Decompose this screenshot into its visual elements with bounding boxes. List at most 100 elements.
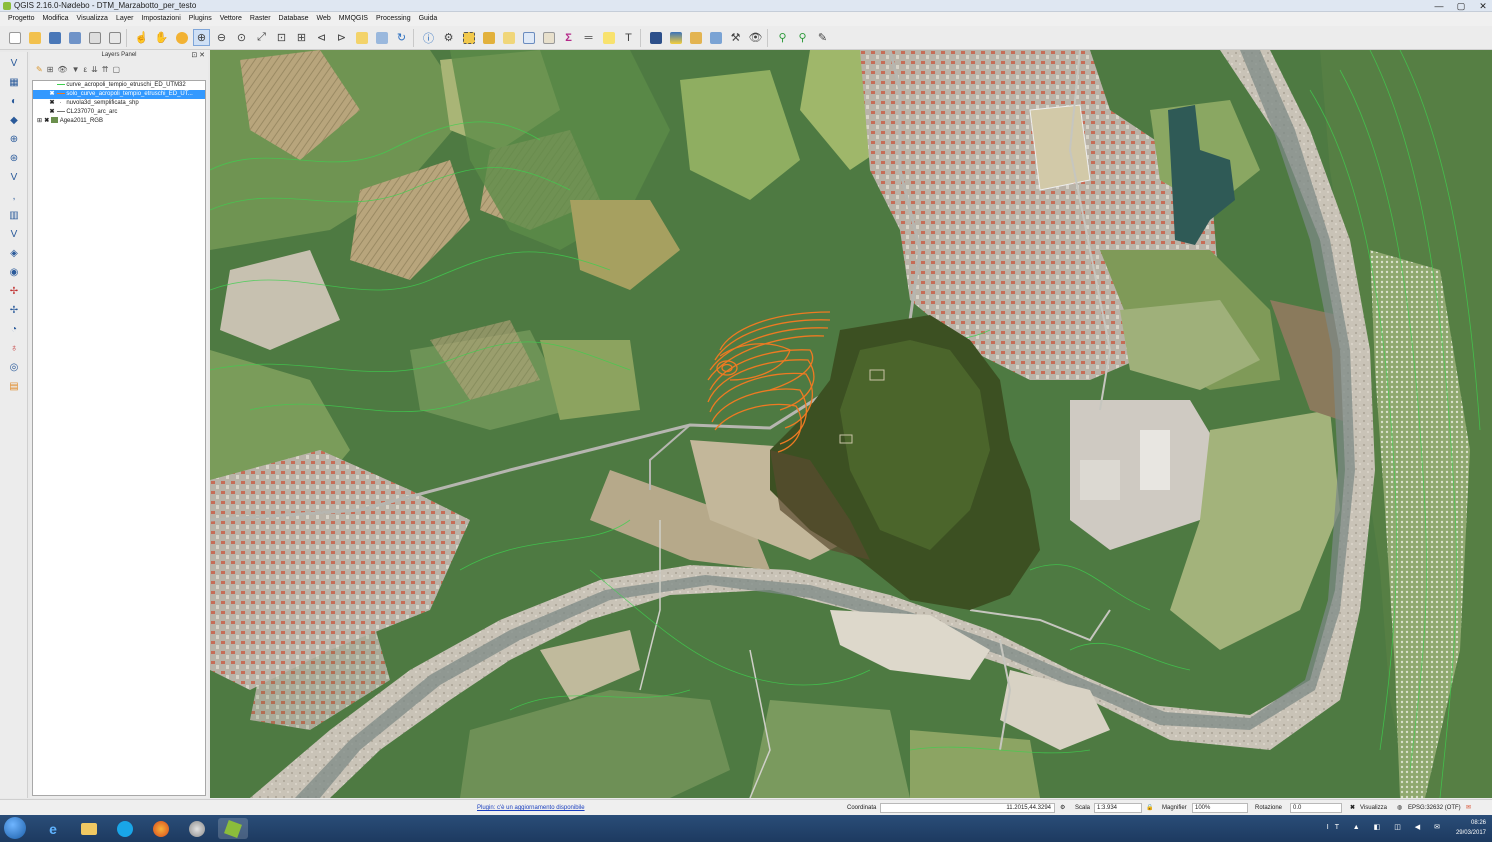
pan-map-icon[interactable]: ✋ — [153, 29, 170, 46]
file-explorer-icon[interactable] — [74, 818, 104, 839]
zoom-in-icon[interactable]: ⊕ — [193, 29, 210, 46]
coordinate-field[interactable]: 11.2015,44.3294 — [880, 803, 1055, 813]
menu-web[interactable]: Web — [313, 12, 335, 26]
plugin-folder-icon[interactable] — [687, 29, 704, 46]
app-disk-icon[interactable] — [182, 818, 212, 839]
statistics-icon[interactable]: Σ — [560, 29, 577, 46]
add-postgis-layer-icon[interactable]: ◐ — [5, 93, 23, 109]
add-db2-layer-icon[interactable]: ◈ — [5, 245, 23, 261]
crs-status[interactable]: EPSG:32632 (OTF) — [1408, 800, 1461, 816]
map-canvas[interactable] — [210, 50, 1492, 798]
help-contents-icon[interactable] — [647, 29, 664, 46]
menu-database[interactable]: Database — [275, 12, 313, 26]
gps-plugin-icon-2[interactable]: ⚲ — [794, 29, 811, 46]
identify-features-icon[interactable]: ⓘ — [420, 29, 437, 46]
toggle-extents-icon[interactable]: ⚙ — [1060, 800, 1065, 816]
expand-all-icon[interactable]: ⇊ — [91, 65, 98, 74]
menu-processing[interactable]: Processing — [372, 12, 415, 26]
zoom-native-icon[interactable]: ⊙ — [233, 29, 250, 46]
clock[interactable]: 08:26 29/03/2017 — [1456, 818, 1486, 838]
memory-layer-icon[interactable]: ▤ — [5, 378, 23, 394]
remove-layer-icon[interactable]: ▢ — [112, 65, 120, 74]
new-gpx-icon[interactable]: ♁ — [5, 340, 23, 356]
layer-checkbox-checked-icon[interactable]: ✖ — [49, 99, 55, 108]
add-vector-layer-icon[interactable]: V — [5, 55, 23, 71]
filter-legend-icon[interactable]: ▼ — [72, 65, 80, 74]
new-project-icon[interactable] — [6, 29, 23, 46]
collapse-all-icon[interactable]: ⇈ — [102, 65, 109, 74]
render-checkbox-icon[interactable]: ✖ — [1350, 800, 1355, 816]
crs-globe-icon[interactable]: ◍ — [1397, 800, 1402, 816]
deselect-all-icon[interactable] — [500, 29, 517, 46]
select-features-icon[interactable] — [460, 29, 477, 46]
refresh-icon[interactable]: ↻ — [393, 29, 410, 46]
messages-icon[interactable]: ✉ — [1466, 800, 1471, 816]
action-icon[interactable]: ⚙ — [440, 29, 457, 46]
layer-checkbox-checked-icon[interactable]: ✖ — [44, 117, 50, 126]
menu-raster[interactable]: Raster — [246, 12, 275, 26]
plugin-tool-icon[interactable]: ⚒ — [727, 29, 744, 46]
gps-plugin-icon[interactable]: ⚲ — [774, 29, 791, 46]
menu-progetto[interactable]: Progetto — [4, 12, 38, 26]
magnifier-spinbox[interactable]: 100% — [1192, 803, 1248, 813]
add-delimited-text-icon[interactable]: , — [5, 188, 23, 204]
add-group-icon[interactable]: ⊞ — [47, 65, 54, 74]
add-mssql-layer-icon[interactable]: ▥ — [5, 207, 23, 223]
skype-icon[interactable] — [110, 818, 140, 839]
system-tray[interactable]: IT ▲ ◧ ◫ ◀ ✉ — [1327, 823, 1446, 831]
georef-icon[interactable]: ◎ — [5, 359, 23, 375]
touch-zoom-icon[interactable]: ☝ — [133, 29, 150, 46]
layer-item-selected[interactable]: ✖ solo_curve_acropoli_tempio_etruschi_ED… — [33, 90, 205, 99]
internet-explorer-icon[interactable]: e — [38, 818, 68, 839]
layer-item[interactable]: ✖ · nuvola3d_semplificata_shp — [33, 99, 205, 108]
expand-toggle-icon[interactable]: ⊞ — [37, 118, 42, 124]
manage-visibility-icon[interactable]: 👁 — [57, 65, 67, 74]
text-annotation-icon[interactable]: T — [620, 29, 637, 46]
rotation-spinbox[interactable]: 0.0 — [1290, 803, 1342, 813]
pan-to-selection-icon[interactable] — [173, 29, 190, 46]
menu-vettore[interactable]: Vettore — [216, 12, 246, 26]
menu-layer[interactable]: Layer — [112, 12, 138, 26]
new-shapefile-icon[interactable]: ✢ — [5, 283, 23, 299]
print-composer-icon[interactable] — [86, 29, 103, 46]
menu-mmqgis[interactable]: MMQGIS — [335, 12, 372, 26]
georeferencer-icon[interactable] — [707, 29, 724, 46]
new-spatialite-icon[interactable]: ✢ — [5, 302, 23, 318]
open-project-icon[interactable] — [26, 29, 43, 46]
zoom-last-icon[interactable]: ⊲ — [313, 29, 330, 46]
panel-float-close-icon[interactable]: ⊡ ✕ — [191, 50, 205, 61]
filter-expression-icon[interactable]: ε — [83, 65, 87, 74]
scale-combobox[interactable]: 1:3.934 — [1094, 803, 1142, 813]
menu-visualizza[interactable]: Visualizza — [73, 12, 112, 26]
new-geopackage-icon[interactable]: ◔ — [5, 321, 23, 337]
zoom-out-icon[interactable]: ⊖ — [213, 29, 230, 46]
layer-checkbox-checked-icon[interactable]: ✖ — [49, 90, 55, 99]
add-wcs-layer-icon[interactable]: ⊛ — [5, 150, 23, 166]
measure-line-icon[interactable]: ═ — [580, 29, 597, 46]
maximize-button[interactable]: ▢ — [1456, 0, 1466, 12]
menu-impostazioni[interactable]: Impostazioni — [137, 12, 184, 26]
map-tips-icon[interactable] — [600, 29, 617, 46]
add-oracle-layer-icon[interactable]: ◉ — [5, 264, 23, 280]
menu-modifica[interactable]: Modifica — [38, 12, 72, 26]
add-wms-layer-icon[interactable]: ⊕ — [5, 131, 23, 147]
add-raster-layer-icon[interactable]: ▦ — [5, 74, 23, 90]
zoom-layer-icon[interactable]: ⊞ — [293, 29, 310, 46]
start-button[interactable] — [4, 817, 26, 839]
composer-manager-icon[interactable] — [106, 29, 123, 46]
attribute-table-icon[interactable] — [520, 29, 537, 46]
edit-tool-icon[interactable]: ✎ — [814, 29, 831, 46]
layer-item[interactable]: ✖ CL237070_arc_arc — [33, 108, 205, 117]
qgis-taskbar-icon[interactable] — [218, 818, 248, 839]
layer-styling-icon[interactable]: ✎ — [36, 65, 43, 74]
zoom-full-icon[interactable]: ⤢ — [253, 29, 270, 46]
zoom-selection-icon[interactable]: ⊡ — [273, 29, 290, 46]
add-virtual-layer-icon[interactable]: V — [5, 226, 23, 242]
select-by-value-icon[interactable] — [480, 29, 497, 46]
menu-guida[interactable]: Guida — [415, 12, 442, 26]
minimize-button[interactable]: — — [1434, 0, 1444, 12]
show-bookmarks-icon[interactable] — [373, 29, 390, 46]
save-project-icon[interactable] — [46, 29, 63, 46]
close-button[interactable]: ✕ — [1478, 0, 1488, 12]
menu-plugins[interactable]: Plugins — [185, 12, 216, 26]
